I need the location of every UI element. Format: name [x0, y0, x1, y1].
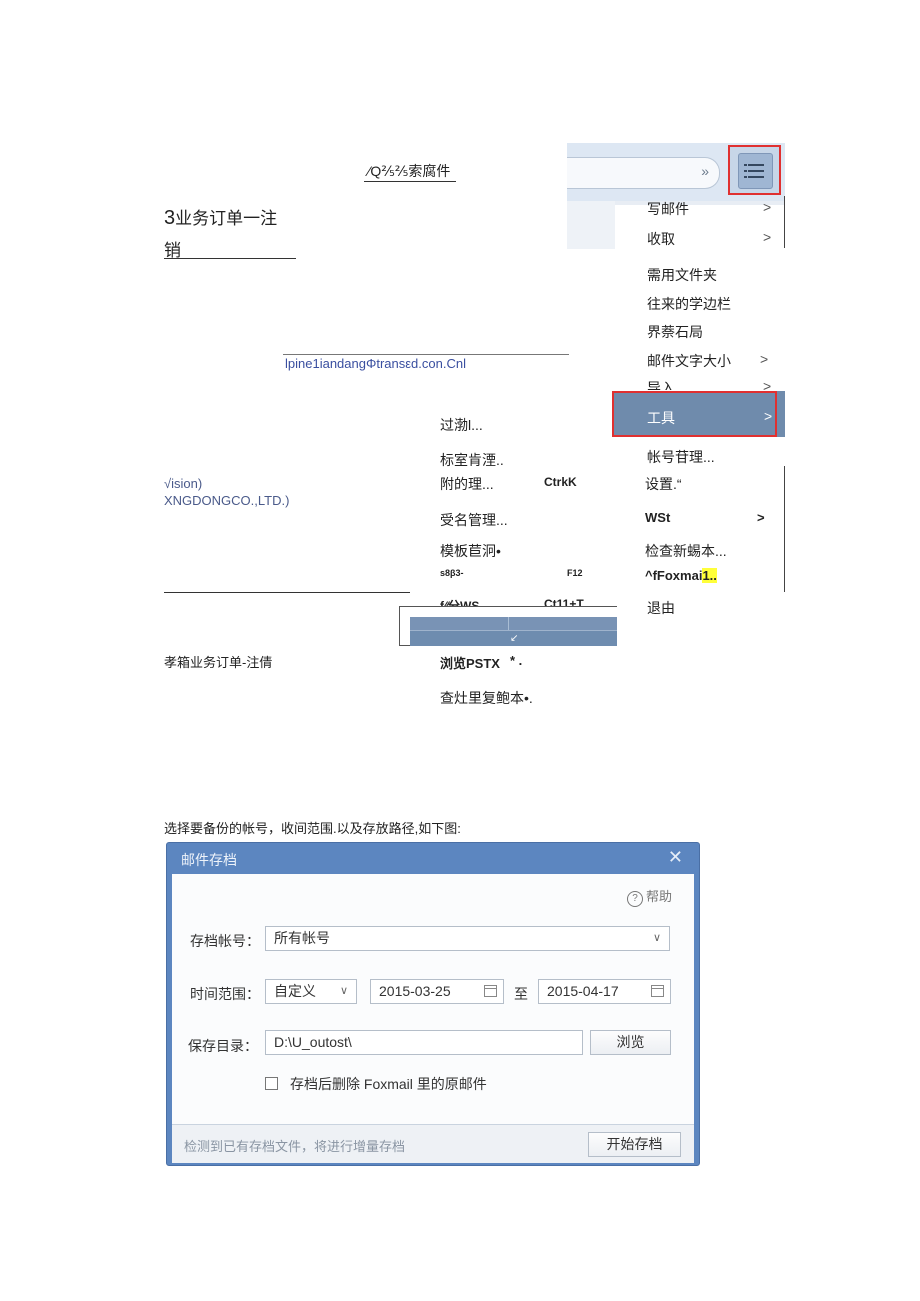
menu-item-contacts-sidebar[interactable]: 往来的学边栏 — [647, 294, 731, 314]
calendar-icon[interactable] — [651, 985, 664, 997]
menu-item-import[interactable]: 导入 — [647, 378, 675, 390]
delete-after-archive-label: 存档后删除 Foxmail 里的原邮件 — [290, 1076, 487, 1092]
tools-item-browse-pst[interactable]: 浏览PSTX — [440, 653, 500, 672]
url-rule — [283, 354, 569, 355]
save-dir-input[interactable]: D:\U_outost\ — [265, 1030, 583, 1055]
account-value: 所有帐号 — [274, 930, 330, 946]
menu-item-account-mgmt[interactable]: 帐号苷理... — [647, 447, 715, 467]
mail-archive-dialog: 邮件存档 ✕ ? 帮助 存档帐号： 所有帐号 ∨ 时间范围： 自定义 ∨ 2015… — [166, 842, 700, 1166]
instruction-text: 选择要备份的帐号，收间范围.以及存放路径,如下图: — [164, 821, 461, 836]
tools-item-filter[interactable]: 过渤l... — [440, 415, 483, 435]
tools-item-find-duplicates[interactable]: 查灶里复鲍本•. — [440, 688, 533, 708]
menu-item-layout[interactable]: 界萘石局 — [647, 322, 703, 342]
dialog-body: ? 帮助 存档帐号： 所有帐号 ∨ 时间范围： 自定义 ∨ 2015-03-25 … — [172, 874, 694, 1163]
start-archive-button[interactable]: 开始存档 — [588, 1132, 681, 1157]
submenu-arrow-icon: > — [764, 408, 773, 424]
vision-line2: XNGDONGCO.,LTD.) — [164, 493, 290, 508]
menu-item-settings[interactable]: 设置.“ — [645, 474, 682, 494]
strip-header — [410, 617, 617, 631]
menu-item-font-size[interactable]: 邮件文字大小 — [647, 351, 731, 371]
menu-item-write-mail[interactable]: 写邮件 — [647, 199, 689, 219]
dialog-title: 邮件存档 — [181, 852, 237, 868]
tools-item-label[interactable]: 标室肯湮.. — [440, 450, 504, 470]
account-select[interactable]: 所有帐号 ∨ — [265, 926, 670, 951]
account-label: 存档帐号： — [190, 933, 260, 949]
time-range-select[interactable]: 自定义 ∨ — [265, 979, 357, 1004]
chevron-down-icon: ∨ — [652, 932, 661, 944]
date-from-input[interactable]: 2015-03-25 — [370, 979, 504, 1004]
menu-icon-dot — [744, 170, 747, 172]
cursor-icon: ↙ — [510, 633, 519, 644]
url-text: lpine1iandangΦtransεd.con.Cnl — [285, 356, 466, 371]
section-title-line1: 3业务订单一注 — [164, 204, 277, 230]
section-number: 3 — [164, 207, 176, 229]
main-menu-button[interactable] — [728, 145, 781, 195]
menu-edge — [784, 196, 785, 248]
menu-icon-line — [748, 170, 764, 172]
time-range-label: 时间范围： — [190, 986, 260, 1002]
list-pane-edge — [567, 201, 615, 249]
date-to-input[interactable]: 2015-04-17 — [538, 979, 671, 1004]
tools-item-signature[interactable]: 受名管理... — [440, 510, 508, 530]
browse-button[interactable]: 浏览 — [590, 1030, 671, 1055]
menu-item-receive[interactable]: 收取 — [647, 229, 675, 249]
menu-item-wst[interactable]: WSt — [645, 510, 670, 525]
submenu-arrow-icon: > — [757, 510, 765, 525]
menu-item-common-folders[interactable]: 需用文件夹 — [647, 265, 717, 285]
date-to-value: 2015-04-17 — [547, 983, 619, 999]
time-range-value: 自定义 — [274, 983, 316, 999]
strip-separator — [508, 617, 509, 630]
menu-icon-line — [748, 164, 764, 166]
section-underline — [164, 258, 296, 259]
delete-after-archive-checkbox[interactable] — [265, 1077, 278, 1090]
menu-icon-line — [748, 176, 764, 178]
submenu-arrow-icon: > — [763, 199, 772, 215]
double-chevron-icon[interactable]: » — [701, 163, 709, 179]
close-icon[interactable]: ✕ — [668, 847, 683, 868]
tools-shortcut: F12 — [567, 568, 583, 578]
menu-edge — [784, 466, 785, 592]
search-box[interactable]: » — [567, 157, 720, 189]
menu-item-exit[interactable]: 退由 — [647, 598, 675, 618]
tools-shortcut: * . — [510, 653, 523, 668]
menu-item-tools[interactable]: 工具 — [647, 408, 675, 428]
date-from-value: 2015-03-25 — [379, 983, 451, 999]
left-rule — [164, 592, 410, 593]
menu-item-about[interactable]: ^fFoxmai1.. — [645, 568, 717, 583]
tools-item-s8b3[interactable]: s8β3- — [440, 568, 464, 578]
foxmail-toolbar-screenshot: » — [567, 143, 785, 249]
calendar-icon[interactable] — [484, 985, 497, 997]
help-label: 帮助 — [645, 889, 672, 904]
tools-shortcut: CtrkK — [544, 475, 577, 489]
menu-icon-dot — [744, 164, 747, 166]
submenu-arrow-icon: > — [763, 229, 772, 245]
tools-highlight-border — [612, 391, 777, 437]
dialog-footer: 检测到已有存档文件，将进行增量存档 开始存档 — [172, 1124, 694, 1163]
about-text: ^fFoxmai — [645, 568, 703, 583]
incremental-note: 检测到已有存档文件，将进行增量存档 — [184, 1139, 406, 1154]
save-dir-value: D:\U_outost\ — [274, 1034, 352, 1050]
submenu-arrow-icon: > — [763, 378, 772, 390]
to-label: 至 — [514, 986, 528, 1002]
submenu-arrow-icon: > — [760, 351, 769, 367]
header-link: ⁄Q⅖⅖索腐件 — [368, 163, 451, 179]
help-icon: ? — [626, 891, 643, 907]
chevron-down-icon: ∨ — [339, 985, 348, 997]
save-dir-label: 保存目录： — [188, 1038, 258, 1054]
tools-item-attachment[interactable]: 附的理... — [440, 474, 494, 494]
menu-icon-dot — [744, 176, 747, 178]
help-link[interactable]: ? 帮助 — [626, 886, 672, 907]
mail-order-cancel: 孝箱业务订单-注倩 — [164, 655, 273, 670]
about-highlight: 1.. — [702, 568, 717, 583]
archive-window-strip: ↙ — [410, 617, 617, 646]
tools-item-template[interactable]: 模板苣泂• — [440, 541, 501, 561]
header-underline — [364, 181, 456, 182]
section-title-text: 业务订单一注 — [175, 209, 278, 228]
menu-item-check-update[interactable]: 检查新蜴本... — [645, 541, 727, 561]
menu-icon — [738, 153, 773, 189]
vision-line1: √ision) — [164, 476, 203, 491]
